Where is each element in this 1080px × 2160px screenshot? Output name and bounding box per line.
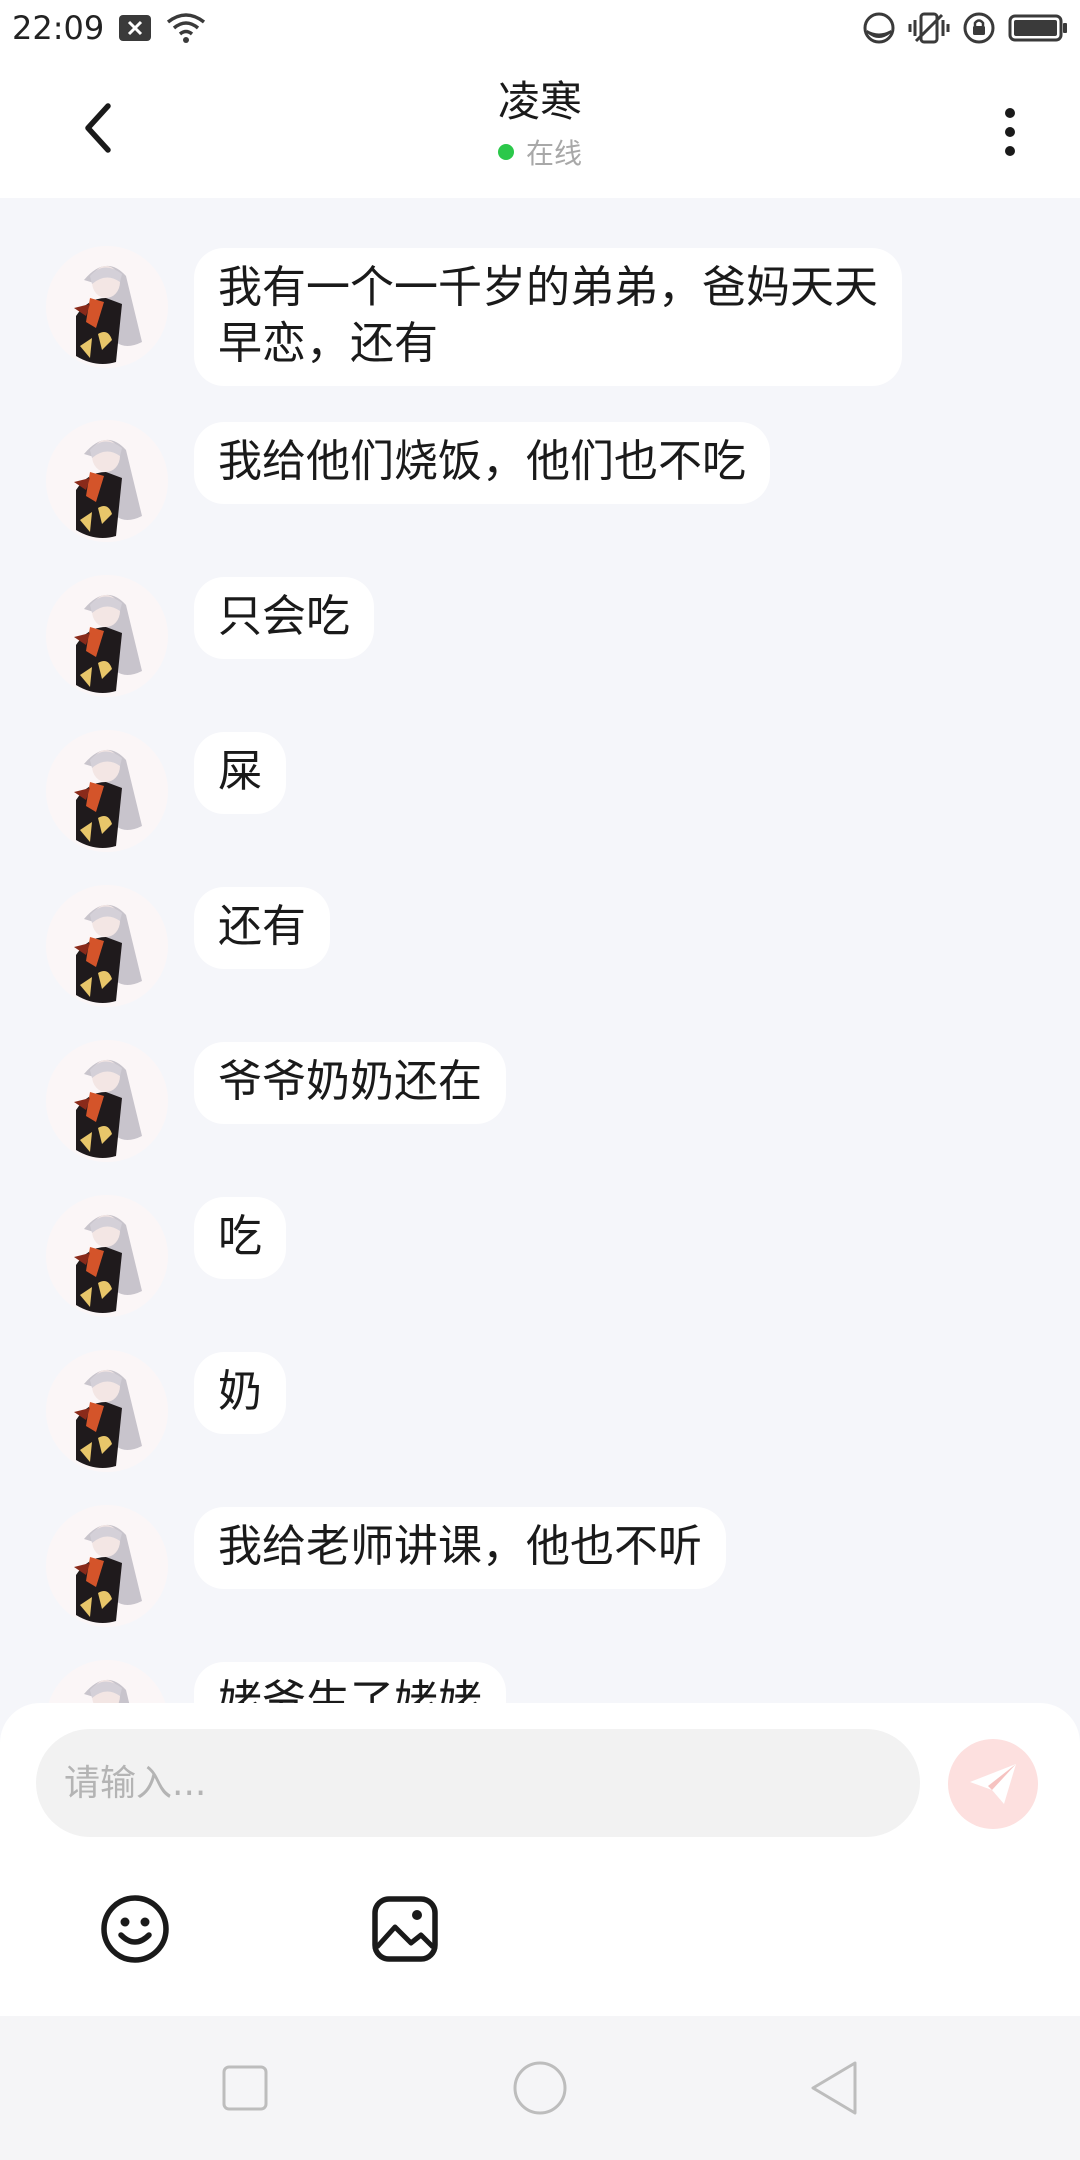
more-options-button[interactable] [980, 94, 1040, 170]
message-row: 我给他们烧饭，他们也不吃 [46, 420, 770, 542]
avatar[interactable] [46, 1040, 168, 1162]
chevron-left-icon [85, 103, 111, 153]
message-row: 姥爷生了姥姥 [46, 1660, 506, 1703]
message-row: 我有一个一千岁的弟弟，爸妈天天早恋，还有 [46, 246, 902, 386]
message-bubble[interactable]: 吃 [194, 1197, 286, 1279]
message-row: 爷爷奶奶还在 [46, 1040, 506, 1162]
emoji-button[interactable] [95, 1889, 175, 1969]
message-bubble[interactable]: 姥爷生了姥姥 [194, 1662, 506, 1703]
image-button[interactable] [365, 1889, 445, 1969]
avatar[interactable] [46, 1660, 168, 1703]
data-saver-icon [862, 11, 896, 45]
title-block: 凌寒 在线 [340, 76, 740, 172]
chat-header: 凌寒 在线 [0, 56, 1080, 198]
online-dot-icon [497, 144, 514, 160]
avatar[interactable] [46, 885, 168, 1007]
more-dot-icon [1005, 127, 1015, 137]
emoji-icon [101, 1895, 169, 1963]
message-list[interactable]: 我有一个一千岁的弟弟，爸妈天天早恋，还有 我给他们烧饭，他们也不吃 只会吃 屎 … [0, 198, 1080, 1703]
send-button[interactable] [948, 1739, 1038, 1829]
wifi-icon [166, 12, 206, 44]
message-row: 屎 [46, 730, 286, 852]
message-input[interactable] [64, 1762, 920, 1804]
presence-status: 在线 [340, 132, 740, 172]
recent-apps-icon [222, 2065, 268, 2111]
home-icon [513, 2061, 567, 2115]
avatar[interactable] [46, 1350, 168, 1472]
more-dot-icon [1005, 146, 1015, 156]
message-bubble[interactable]: 只会吃 [194, 577, 374, 659]
home-button[interactable] [504, 2052, 576, 2124]
avatar[interactable] [46, 420, 168, 542]
avatar[interactable] [46, 1195, 168, 1317]
message-row: 我给老师讲课，他也不听 [46, 1505, 726, 1627]
message-input-wrapper [36, 1729, 920, 1837]
message-row: 还有 [46, 885, 330, 1007]
message-bubble[interactable]: 还有 [194, 887, 330, 969]
more-dot-icon [1005, 108, 1015, 118]
avatar[interactable] [46, 246, 168, 368]
message-row: 只会吃 [46, 575, 374, 697]
status-time: 22:09 [12, 9, 105, 47]
battery-icon [1008, 13, 1068, 43]
contact-name: 凌寒 [497, 77, 582, 126]
presence-text: 在线 [525, 137, 582, 170]
recent-apps-button[interactable] [209, 2052, 281, 2124]
message-bubble[interactable]: 奶 [194, 1352, 286, 1434]
message-bubble[interactable]: 我有一个一千岁的弟弟，爸妈天天早恋，还有 [194, 248, 902, 386]
message-bubble[interactable]: 爷爷奶奶还在 [194, 1042, 506, 1124]
vibrate-icon [908, 11, 950, 45]
message-bubble[interactable]: 屎 [194, 732, 286, 814]
back-button[interactable] [58, 88, 138, 168]
composer [0, 1703, 1080, 2016]
avatar[interactable] [46, 1505, 168, 1627]
message-bubble[interactable]: 我给老师讲课，他也不听 [194, 1507, 726, 1589]
avatar[interactable] [46, 730, 168, 852]
notification-x-icon [118, 14, 152, 42]
message-row: 奶 [46, 1350, 286, 1472]
image-icon [372, 1896, 438, 1962]
lock-rotation-icon [962, 11, 996, 45]
back-icon [811, 2061, 857, 2115]
status-bar: 22:09 [0, 0, 1080, 56]
nav-back-button[interactable] [798, 2052, 870, 2124]
avatar[interactable] [46, 575, 168, 697]
system-nav-bar [0, 2016, 1080, 2160]
paper-plane-icon [970, 1764, 1016, 1804]
message-row: 吃 [46, 1195, 286, 1317]
message-bubble[interactable]: 我给他们烧饭，他们也不吃 [194, 422, 770, 504]
